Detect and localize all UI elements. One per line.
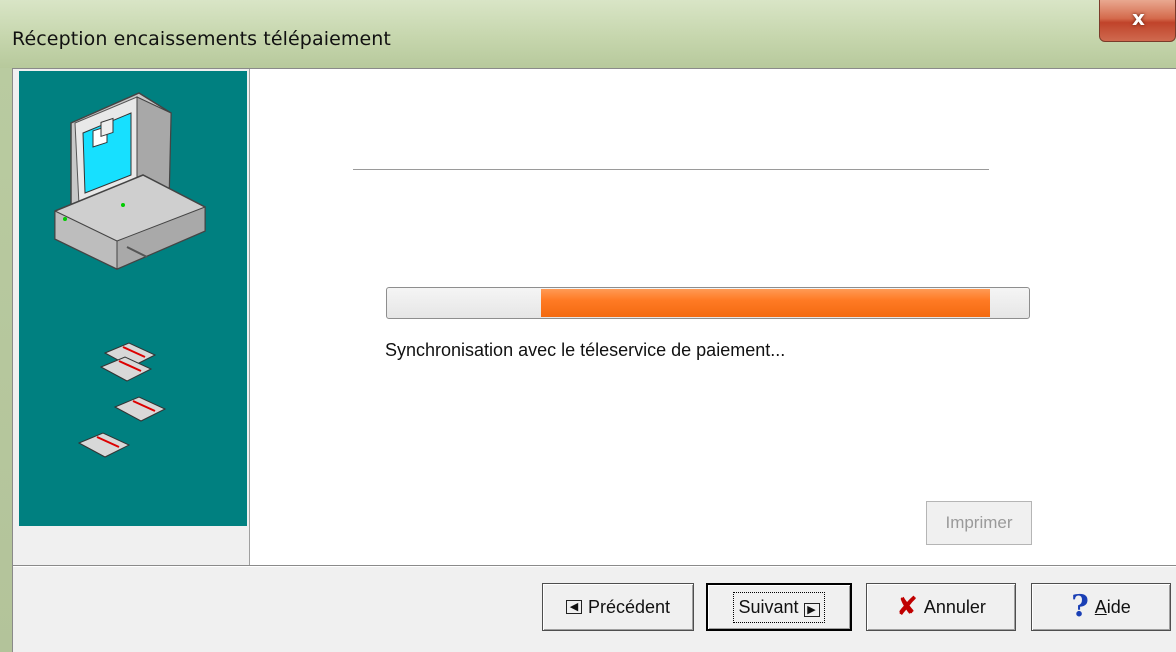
close-button[interactable]: x — [1099, 0, 1176, 42]
previous-button-label: Précédent — [587, 596, 671, 617]
previous-button[interactable]: ◀ Précédent — [542, 583, 694, 631]
progress-fill — [541, 289, 990, 317]
footer-divider — [13, 565, 1176, 567]
arrow-right-icon: ▶ — [803, 602, 820, 617]
next-button-focus: Suivant ▶ — [733, 591, 825, 623]
dialog-window: Réception encaissements télépaiement x S… — [0, 0, 1176, 652]
cancel-button[interactable]: ✘ Annuler — [866, 583, 1016, 631]
arrow-left-icon: ◀ — [565, 600, 582, 614]
window-title: Réception encaissements télépaiement — [12, 28, 391, 50]
next-button-label: Suivant — [738, 596, 799, 617]
help-button-label: Aide — [1094, 596, 1131, 617]
red-x-icon: ✘ — [896, 592, 918, 622]
header-divider — [353, 169, 989, 171]
client-area: Synchronisation avec le téleservice de p… — [12, 68, 1176, 652]
side-panel-footer — [19, 526, 247, 566]
wizard-illustration — [54, 92, 206, 458]
question-mark-icon: ? — [1071, 589, 1089, 624]
close-icon: x — [1132, 6, 1145, 30]
next-button[interactable]: Suivant ▶ — [706, 583, 852, 631]
cancel-button-label: Annuler — [923, 596, 986, 617]
status-text: Synchronisation avec le téleservice de p… — [385, 340, 786, 360]
wizard-side-panel — [19, 71, 247, 526]
computer-icon — [54, 92, 206, 270]
help-button[interactable]: ? Aide — [1031, 583, 1171, 631]
title-bar[interactable]: Réception encaissements télépaiement x — [0, 0, 1176, 68]
progress-bar — [386, 287, 1030, 319]
print-button[interactable]: Imprimer — [926, 501, 1032, 545]
floppy-disk-icon — [77, 342, 167, 458]
